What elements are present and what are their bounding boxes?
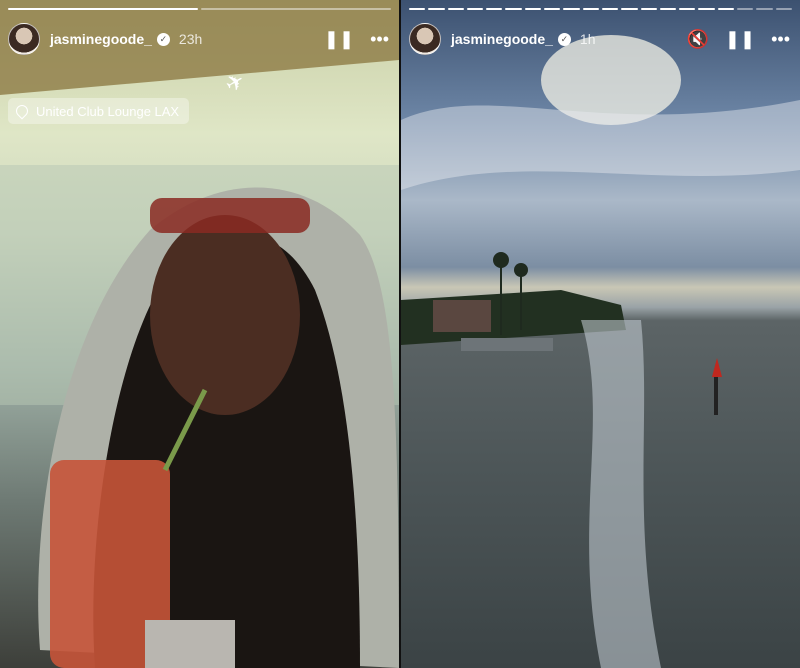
more-icon[interactable]: •••	[370, 30, 389, 48]
story-header: jasminegoode_ ✓ 1h 🔇 ❚❚ •••	[409, 22, 790, 56]
avatar[interactable]	[8, 23, 40, 55]
progress-bar	[8, 8, 391, 10]
pause-icon[interactable]: ❚❚	[324, 30, 354, 48]
story-header: jasminegoode_ ✓ 23h ❚❚ •••	[8, 22, 389, 56]
username[interactable]: jasminegoode_	[451, 31, 553, 47]
progress-segment	[486, 8, 503, 10]
timestamp: 23h	[178, 31, 203, 47]
progress-segment	[679, 8, 696, 10]
story-panel-left[interactable]: jasminegoode_ ✓ 23h ❚❚ ••• ✈ United Club…	[0, 0, 399, 668]
mute-icon[interactable]: 🔇	[687, 30, 709, 48]
location-label: United Club Lounge LAX	[36, 103, 180, 119]
progress-segment	[409, 8, 426, 10]
timestamp: 1h	[579, 31, 596, 47]
avatar[interactable]	[409, 23, 441, 55]
verified-badge-icon: ✓	[557, 32, 571, 46]
more-icon[interactable]: •••	[771, 30, 790, 48]
progress-segment	[582, 8, 599, 10]
progress-segment	[563, 8, 580, 10]
username[interactable]: jasminegoode_	[50, 31, 152, 47]
progress-segment	[775, 8, 792, 10]
progress-segment	[201, 8, 391, 10]
progress-segment	[717, 8, 735, 10]
progress-segment	[756, 8, 773, 10]
progress-segment	[737, 8, 754, 10]
verified-badge-icon: ✓	[156, 32, 170, 46]
progress-segment	[544, 8, 561, 10]
progress-bar	[409, 8, 792, 10]
location-sticker[interactable]: United Club Lounge LAX	[8, 98, 190, 124]
progress-segment	[524, 8, 542, 10]
story-panel-right[interactable]: jasminegoode_ ✓ 1h 🔇 ❚❚ •••	[401, 0, 800, 668]
progress-segment	[640, 8, 657, 10]
progress-segment	[428, 8, 445, 10]
progress-segment	[466, 8, 484, 10]
location-pin-icon	[13, 102, 31, 120]
progress-segment	[447, 8, 464, 10]
story-photo-right	[401, 0, 800, 668]
pause-icon[interactable]: ❚❚	[725, 30, 755, 48]
progress-segment	[621, 8, 638, 10]
progress-segment	[505, 8, 522, 10]
progress-segment	[601, 8, 619, 10]
progress-segment	[698, 8, 715, 10]
progress-segment	[8, 8, 198, 10]
progress-segment	[659, 8, 677, 10]
